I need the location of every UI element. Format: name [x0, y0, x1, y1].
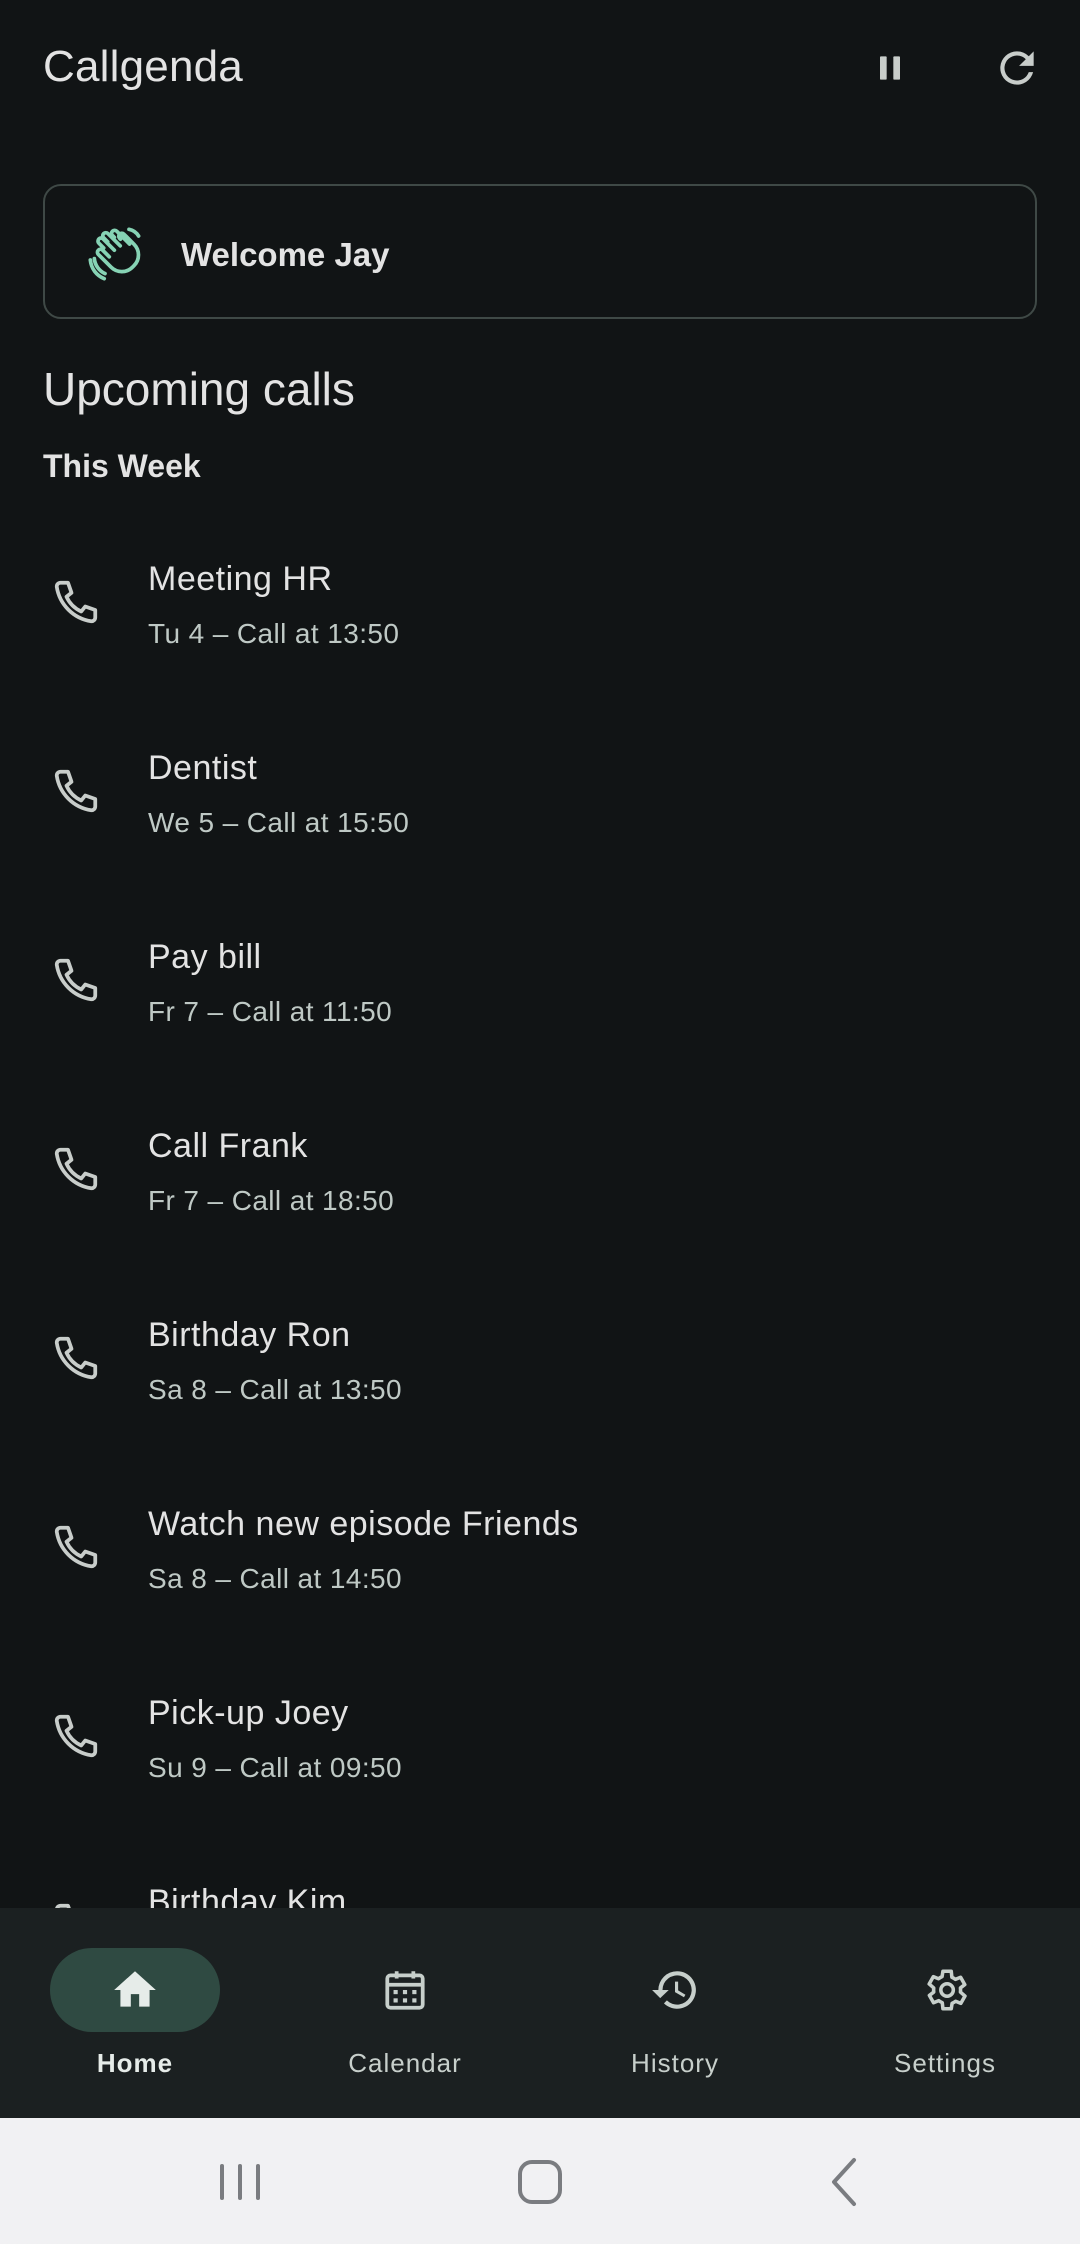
home-icon — [114, 1971, 156, 2007]
phone-icon — [54, 1714, 98, 1758]
call-title: Pay bill — [148, 938, 262, 976]
app-title: Callgenda — [43, 42, 243, 91]
nav-label: Calendar — [348, 2048, 462, 2078]
nav-item-calendar[interactable]: Calendar — [270, 1908, 540, 2118]
calendar-icon — [385, 1971, 425, 2010]
call-title: Birthday Kim — [148, 1883, 347, 1908]
system-navigation-bar — [0, 2118, 1080, 2244]
bottom-navigation: Home Calendar History Settings — [0, 1908, 1080, 2118]
nav-label: History — [631, 2048, 719, 2078]
home-system-icon[interactable] — [510, 2154, 570, 2210]
upcoming-calls-heading: Upcoming calls — [43, 363, 355, 415]
phone-icon — [54, 958, 98, 1002]
call-item[interactable]: Pay bill Fr 7 – Call at 11:50 — [0, 898, 1080, 1087]
call-item[interactable]: Pick-up Joey Su 9 – Call at 09:50 — [0, 1654, 1080, 1843]
calls-list[interactable]: Meeting HR Tu 4 – Call at 13:50 Dentist … — [0, 520, 1080, 1908]
call-item[interactable]: Dentist We 5 – Call at 15:50 — [0, 709, 1080, 898]
call-item[interactable]: Watch new episode Friends Sa 8 – Call at… — [0, 1465, 1080, 1654]
call-item[interactable]: Call Frank Fr 7 – Call at 18:50 — [0, 1087, 1080, 1276]
call-subtitle: Tu 4 – Call at 13:50 — [148, 618, 400, 649]
welcome-text: Welcome Jay — [181, 236, 390, 273]
refresh-icon — [1000, 51, 1034, 85]
call-title: Pick-up Joey — [148, 1694, 349, 1732]
top-app-bar: Callgenda — [0, 0, 1080, 136]
call-title: Watch new episode Friends — [148, 1505, 579, 1543]
nav-item-home[interactable]: Home — [0, 1908, 270, 2118]
history-icon — [652, 1971, 696, 2009]
call-item[interactable]: Birthday Ron Sa 8 – Call at 13:50 — [0, 1276, 1080, 1465]
gear-icon — [927, 1969, 967, 2011]
call-subtitle: Sa 8 – Call at 14:50 — [148, 1563, 402, 1594]
call-title: Call Frank — [148, 1127, 308, 1165]
call-subtitle: Su 9 – Call at 09:50 — [148, 1752, 402, 1783]
call-subtitle: Sa 8 – Call at 13:50 — [148, 1374, 402, 1405]
nav-label: Home — [96, 2048, 174, 2078]
phone-icon — [55, 1903, 71, 1908]
call-item[interactable]: Birthday Kim — [0, 1843, 1080, 1908]
phone-icon — [54, 769, 98, 813]
pause-icon — [880, 56, 900, 80]
phone-icon — [54, 1525, 98, 1569]
nav-item-settings[interactable]: Settings — [810, 1908, 1080, 2118]
call-item[interactable]: Meeting HR Tu 4 – Call at 13:50 — [0, 520, 1080, 709]
call-subtitle: Fr 7 – Call at 11:50 — [148, 996, 393, 1027]
call-subtitle: Fr 7 – Call at 18:50 — [148, 1185, 395, 1216]
phone-icon — [54, 1147, 98, 1191]
nav-item-history[interactable]: History — [540, 1908, 810, 2118]
app-root: Callgenda Welcome Jay Upcoming calls Thi… — [0, 0, 1080, 2244]
nav-label: Settings — [894, 2048, 996, 2078]
pause-button[interactable] — [858, 36, 922, 100]
call-subtitle: We 5 – Call at 15:50 — [148, 807, 410, 838]
refresh-button[interactable] — [985, 36, 1049, 100]
call-title: Meeting HR — [148, 560, 333, 598]
call-title: Dentist — [148, 749, 258, 787]
welcome-card: Welcome Jay — [43, 184, 1037, 319]
week-group-heading: This Week — [43, 448, 201, 484]
phone-icon — [54, 580, 98, 624]
phone-icon — [54, 1336, 98, 1380]
back-icon[interactable] — [816, 2154, 876, 2210]
recent-apps-icon[interactable] — [210, 2154, 270, 2210]
waving-hand-icon — [88, 227, 141, 281]
call-title: Birthday Ron — [148, 1316, 351, 1354]
